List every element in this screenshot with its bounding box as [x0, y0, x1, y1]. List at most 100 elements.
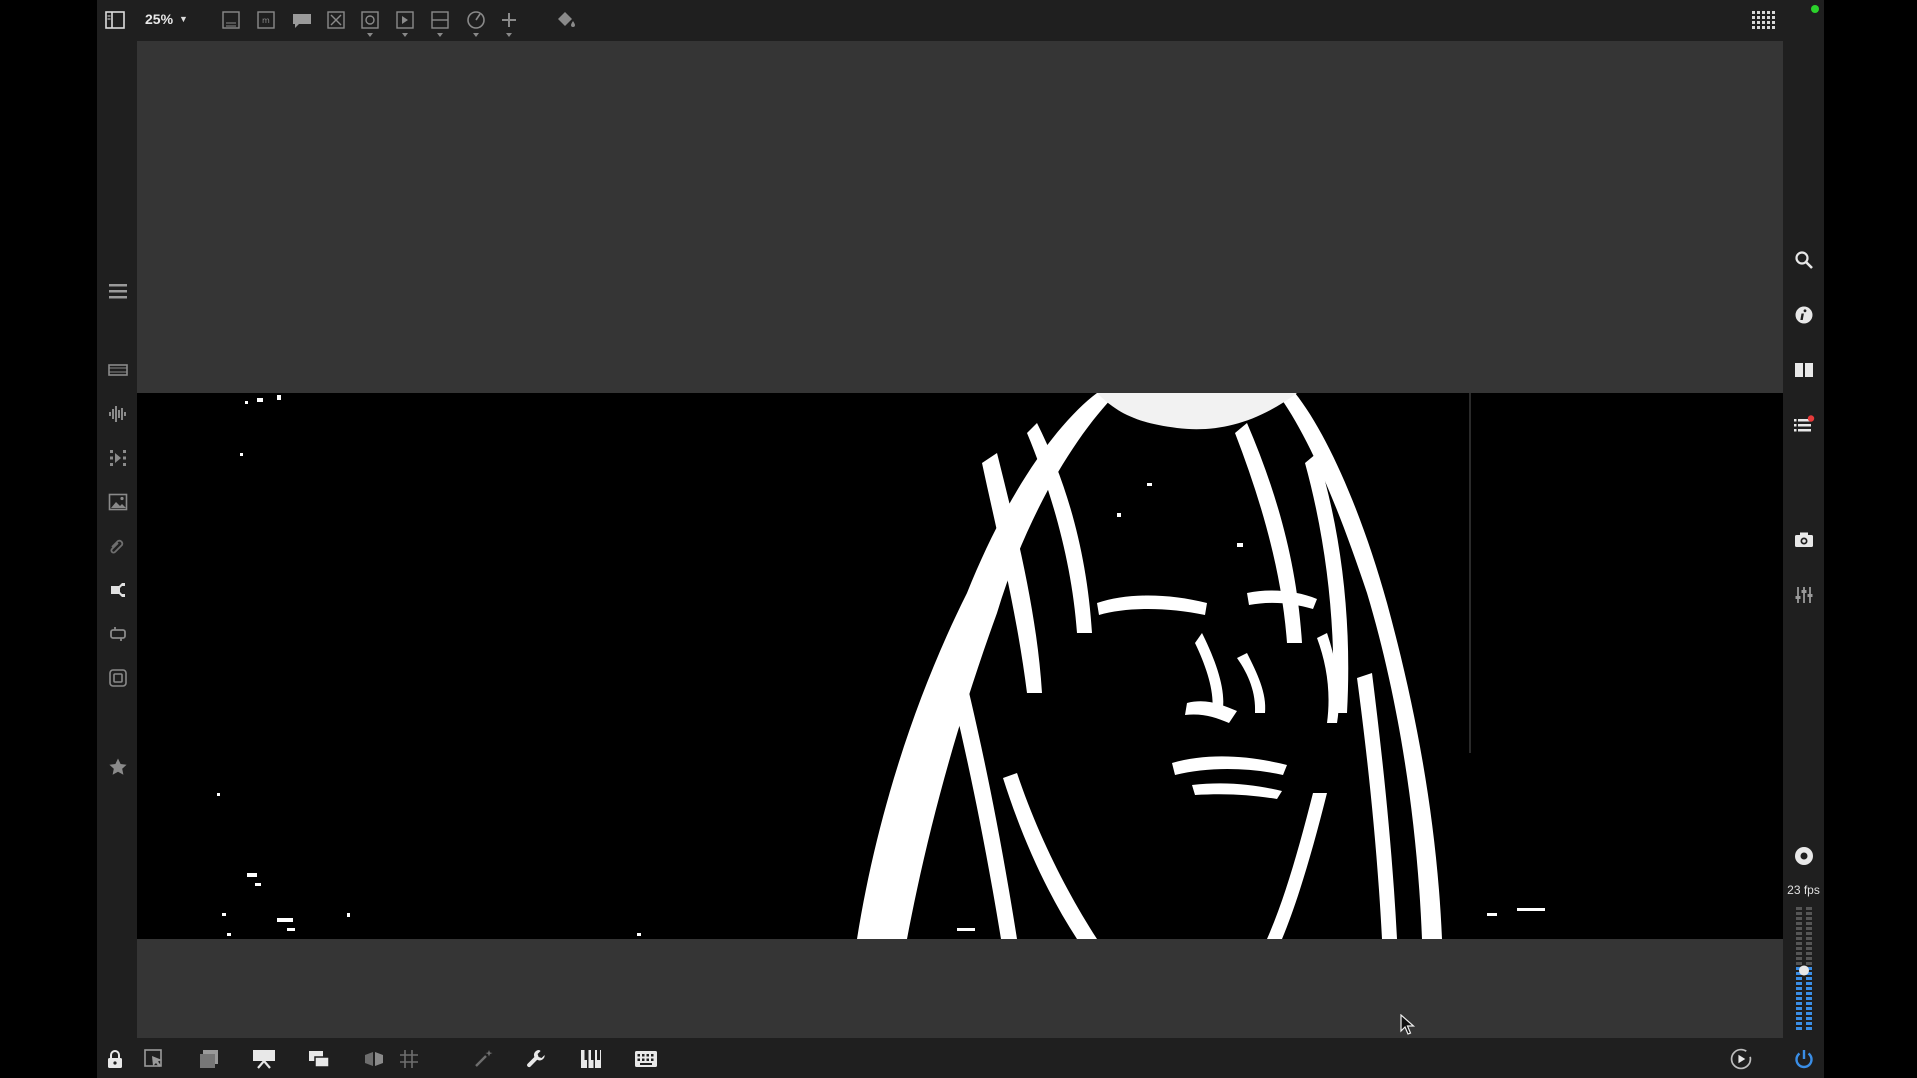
target-icon[interactable] [360, 9, 380, 37]
meter-segment [1796, 937, 1802, 940]
meter-segment [1806, 1002, 1812, 1005]
top-toolbar: 25% ▼ m [97, 0, 1824, 41]
meter-segment [1796, 1012, 1802, 1015]
bottom-toolbar [97, 1038, 1824, 1078]
meter-segment [1806, 1017, 1812, 1020]
sliders-icon[interactable] [1793, 584, 1815, 606]
status-indicator [1811, 5, 1819, 13]
preview-canvas[interactable] [137, 41, 1783, 1038]
search-icon[interactable] [1793, 249, 1815, 271]
meter-segment [1806, 1012, 1812, 1015]
meter-segment [1806, 1027, 1812, 1030]
layout-icon[interactable] [221, 9, 241, 31]
meter-segment [1806, 997, 1812, 1000]
meter-segment [1806, 917, 1812, 920]
magic-wand-icon[interactable] [471, 1047, 495, 1071]
loop-icon[interactable] [107, 623, 129, 645]
meter-segment [1796, 977, 1802, 980]
power-icon[interactable] [1792, 1047, 1816, 1071]
meter-segment [1806, 932, 1812, 935]
zoom-dropdown[interactable]: 25% ▼ [145, 11, 188, 27]
wrench-icon[interactable] [524, 1047, 548, 1071]
svg-text:m: m [262, 16, 270, 25]
text-layer-icon[interactable]: m [256, 9, 276, 31]
meter-segment [1796, 942, 1802, 945]
meter-segment [1796, 957, 1802, 960]
zoom-value: 25% [145, 11, 174, 27]
level-meter[interactable] [1793, 907, 1815, 1035]
menu-icon[interactable] [107, 280, 129, 302]
play-layer-icon[interactable] [395, 9, 415, 37]
meter-segment [1806, 952, 1812, 955]
meter-segment [1796, 912, 1802, 915]
camera-icon[interactable] [1793, 529, 1815, 551]
sequence-icon[interactable] [107, 447, 129, 469]
meter-segment [1796, 1022, 1802, 1025]
fps-readout: 23 fps [1787, 883, 1820, 897]
meter-segment [1806, 1007, 1812, 1010]
swap-icon[interactable] [362, 1047, 386, 1071]
image-icon[interactable] [107, 491, 129, 513]
attachment-icon[interactable] [107, 535, 129, 557]
record-icon[interactable] [1793, 845, 1815, 867]
grid-icon[interactable] [397, 1047, 421, 1071]
plugin-icon[interactable] [107, 579, 129, 601]
layers-icon[interactable] [197, 1047, 221, 1071]
audio-waveform-icon[interactable] [107, 403, 129, 425]
cursor-select-icon[interactable] [142, 1047, 166, 1071]
split-icon[interactable] [430, 9, 450, 37]
meter-segment [1806, 907, 1812, 910]
meter-segment [1806, 942, 1812, 945]
meter-segment [1796, 927, 1802, 930]
right-sidebar: 23 fps [1783, 41, 1824, 1038]
dropdown-indicator-icon [437, 33, 443, 37]
keyboard-grid-icon[interactable] [1751, 9, 1777, 31]
sidebar-toggle-icon[interactable] [105, 9, 125, 31]
add-icon[interactable] [500, 9, 518, 37]
meter-segment [1796, 992, 1802, 995]
left-sidebar [97, 41, 137, 1038]
meter-segment [1796, 1027, 1802, 1030]
meter-segment [1796, 1017, 1802, 1020]
meter-segment [1796, 932, 1802, 935]
app-window: 25% ▼ m 23 fps [97, 0, 1824, 1078]
meter-knob[interactable] [1799, 965, 1809, 976]
presentation-icon[interactable] [252, 1047, 276, 1071]
meter-segment [1796, 1007, 1802, 1010]
book-icon[interactable] [1793, 359, 1815, 381]
lock-icon[interactable] [103, 1047, 127, 1071]
speed-icon[interactable] [465, 9, 487, 37]
meter-segment [1806, 982, 1812, 985]
mouse-cursor-icon [1400, 1013, 1416, 1041]
meter-segment [1806, 957, 1812, 960]
threshold-portrait-image [137, 393, 1783, 939]
meter-segment [1796, 907, 1802, 910]
meter-segment [1796, 962, 1802, 965]
clear-icon[interactable] [326, 9, 346, 31]
meter-segment [1806, 992, 1812, 995]
play-circle-icon[interactable] [1729, 1047, 1753, 1071]
meter-segment [1796, 997, 1802, 1000]
info-icon[interactable] [1793, 304, 1815, 326]
film-strip-icon[interactable] [107, 359, 129, 381]
video-frame [137, 393, 1783, 939]
meter-segment [1796, 987, 1802, 990]
meter-segment [1806, 947, 1812, 950]
piano-icon[interactable] [579, 1047, 603, 1071]
meter-segment [1806, 937, 1812, 940]
keyboard-icon[interactable] [634, 1047, 658, 1071]
meter-segment [1796, 952, 1802, 955]
dropdown-indicator-icon [506, 33, 512, 37]
star-icon[interactable] [107, 756, 129, 778]
windows-icon[interactable] [307, 1047, 331, 1071]
list-icon[interactable] [1793, 414, 1815, 436]
chevron-down-icon: ▼ [179, 14, 188, 24]
frame-icon[interactable] [107, 667, 129, 689]
paint-bucket-icon[interactable] [555, 9, 577, 31]
meter-segment [1806, 977, 1812, 980]
meter-segment [1806, 912, 1812, 915]
speech-bubble-icon[interactable] [291, 9, 313, 31]
meter-segment [1796, 922, 1802, 925]
dropdown-indicator-icon [367, 33, 373, 37]
meter-segment [1796, 947, 1802, 950]
